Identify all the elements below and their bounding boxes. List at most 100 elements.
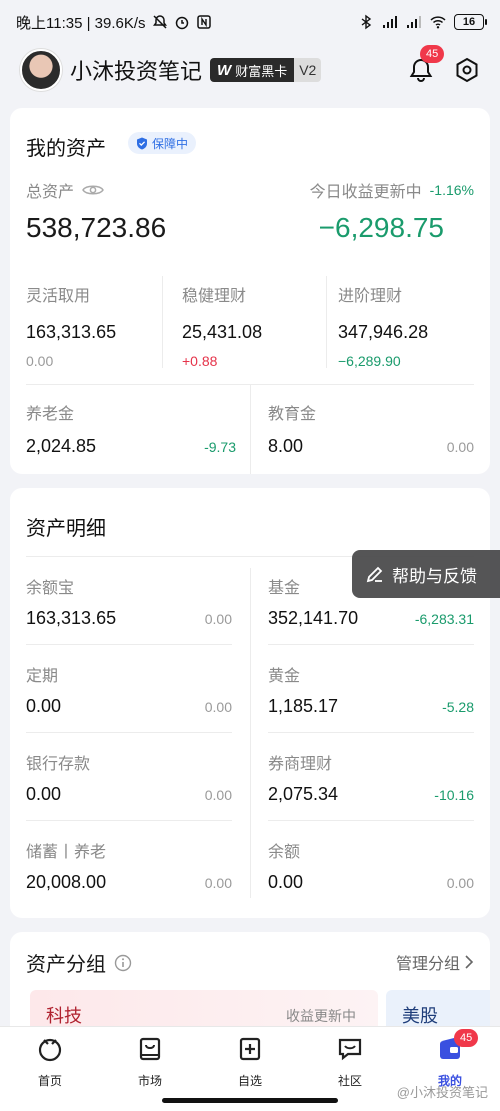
- vip-logo: W: [217, 61, 232, 79]
- divider: [26, 644, 232, 645]
- divider: [250, 568, 251, 898]
- detail-item-value: 0.00: [26, 696, 62, 716]
- detail-item-value: 0.00: [26, 784, 62, 804]
- chevron-right-icon: [465, 955, 474, 969]
- detail-item-value: 163,313.65: [26, 608, 117, 628]
- home-icon: [38, 1038, 62, 1062]
- nav-item-mine[interactable]: 我的 45: [420, 1029, 480, 1089]
- divider: [268, 732, 474, 733]
- asset-category-delta: 0.00: [446, 439, 474, 455]
- detail-item-label: 余额: [268, 844, 301, 861]
- asset-category-value: 25,431.08: [182, 322, 263, 342]
- nav-item-label: 首页: [37, 1074, 62, 1088]
- divider: [162, 276, 163, 368]
- status-bar: 晚上11:35 | 39.6K/s 16: [0, 0, 500, 44]
- detail-item-delta: -6,283.31: [414, 611, 474, 627]
- nav-item-home[interactable]: 首页: [20, 1035, 80, 1089]
- asset-category-delta: −6,289.90: [338, 353, 401, 369]
- divider: [26, 732, 232, 733]
- asset-category-value: 2,024.85: [26, 436, 97, 456]
- vip-badge[interactable]: W 财富黑卡 V2: [210, 58, 322, 82]
- asset-category-label: 养老金: [26, 406, 75, 423]
- nav-item-label: 自选: [237, 1074, 262, 1088]
- asset-category-pension[interactable]: 养老金 2,024.85 -9.73: [26, 400, 236, 457]
- detail-item-fixed-term[interactable]: 定期 0.00 0.00: [26, 662, 232, 717]
- detail-item-value: 352,141.70: [268, 608, 359, 628]
- detail-item-gold[interactable]: 黄金 1,185.17 -5.28: [268, 662, 474, 717]
- signal-hd-icon: [407, 16, 421, 28]
- help-feedback-label: 帮助与反馈: [392, 566, 477, 586]
- asset-category-delta: -9.73: [204, 439, 236, 455]
- card-title-my-assets: 我的资产: [26, 138, 106, 160]
- detail-item-delta: -5.28: [442, 699, 474, 715]
- divider: [26, 820, 232, 821]
- detail-item-label: 券商理财: [268, 756, 333, 773]
- detail-item-delta: 0.00: [446, 875, 474, 891]
- pencil-icon: [366, 566, 383, 583]
- detail-item-bank-deposit[interactable]: 银行存款 0.00 0.00: [26, 750, 232, 805]
- nav-item-watchlist[interactable]: 自选: [220, 1035, 280, 1089]
- avatar[interactable]: [20, 49, 62, 91]
- detail-item-balance[interactable]: 余额 0.00 0.00: [268, 838, 474, 893]
- asset-category-stable[interactable]: 稳健理财 25,431.08 +0.88: [182, 282, 322, 369]
- manage-groups-link[interactable]: 管理分组: [396, 950, 474, 974]
- community-icon: [338, 1038, 362, 1061]
- asset-category-advanced[interactable]: 进阶理财 347,946.28 −6,289.90: [338, 282, 488, 369]
- home-indicator[interactable]: [162, 1098, 338, 1103]
- bluetooth-icon: [361, 14, 372, 30]
- asset-category-label: 教育金: [268, 406, 317, 423]
- asset-category-value: 163,313.65: [26, 322, 117, 342]
- signal-icon: [383, 16, 397, 28]
- detail-item-delta: 0.00: [204, 787, 232, 803]
- shield-icon: [137, 137, 147, 149]
- help-feedback-button[interactable]: 帮助与反馈: [352, 550, 500, 598]
- detail-item-savings-pension[interactable]: 储蓄丨养老 20,008.00 0.00: [26, 838, 232, 893]
- group-chip-status: 收益更新中: [286, 1008, 356, 1024]
- asset-category-value: 347,946.28: [338, 322, 429, 342]
- asset-group-card: 资产分组 管理分组 科技 收益更新中 美股: [10, 932, 490, 1032]
- detail-item-delta: 0.00: [204, 699, 232, 715]
- nav-item-market[interactable]: 市场: [120, 1035, 180, 1089]
- asset-category-delta: 0.00: [26, 353, 54, 369]
- battery-indicator: 16: [454, 14, 487, 30]
- watermark: @小沐投资笔记: [396, 1085, 488, 1100]
- vip-level: V2: [294, 58, 322, 82]
- asset-category-education[interactable]: 教育金 8.00 0.00: [268, 400, 474, 457]
- detail-item-label: 黄金: [268, 668, 301, 685]
- total-assets-value: 538,723.86: [26, 212, 167, 243]
- detail-item-delta: 0.00: [204, 611, 232, 627]
- total-assets-label-row: 总资产: [26, 178, 104, 202]
- today-earnings-pct: -1.16%: [429, 182, 474, 198]
- card-title-asset-detail: 资产明细: [26, 518, 106, 540]
- settings-hexagon-icon[interactable]: [454, 57, 480, 83]
- asset-group-title-row: 资产分组: [26, 948, 132, 977]
- eye-icon[interactable]: [82, 183, 104, 197]
- info-icon[interactable]: [114, 954, 132, 972]
- today-earnings-row[interactable]: 今日收益更新中 -1.16%: [310, 178, 474, 202]
- card-title-asset-group: 资产分组: [26, 954, 106, 976]
- asset-category-flexible[interactable]: 灵活取用 163,313.65 0.00: [26, 282, 156, 369]
- detail-item-delta: -10.16: [434, 787, 474, 803]
- nfc-icon: [196, 15, 211, 29]
- asset-category-value: 8.00: [268, 436, 304, 456]
- watchlist-icon: [239, 1037, 261, 1061]
- profile-header: 小沐投资笔记 W 财富黑卡 V2 45: [0, 44, 500, 96]
- detail-item-value: 20,008.00: [26, 872, 107, 892]
- detail-item-delta: 0.00: [204, 875, 232, 891]
- nav-item-community[interactable]: 社区: [320, 1035, 380, 1089]
- asset-category-label: 灵活取用: [26, 288, 91, 305]
- detail-item-broker[interactable]: 券商理财 2,075.34 -10.16: [268, 750, 474, 805]
- nav-item-label: 市场: [137, 1074, 162, 1088]
- status-time: 晚上11:35 | 39.6K/s: [16, 14, 146, 32]
- total-assets-label: 总资产: [26, 184, 75, 201]
- vip-label: 财富黑卡: [235, 63, 288, 79]
- notification-button[interactable]: 45: [408, 45, 445, 83]
- protect-badge[interactable]: 保障中: [128, 132, 197, 154]
- username[interactable]: 小沐投资笔记: [70, 54, 202, 86]
- detail-item-value: 1,185.17: [268, 696, 339, 716]
- wifi-icon: [430, 16, 446, 29]
- today-earnings-value: −6,298.75: [318, 212, 444, 243]
- detail-item-yuebao[interactable]: 余额宝 163,313.65 0.00: [26, 574, 232, 629]
- market-icon: [139, 1037, 161, 1061]
- divider: [268, 644, 474, 645]
